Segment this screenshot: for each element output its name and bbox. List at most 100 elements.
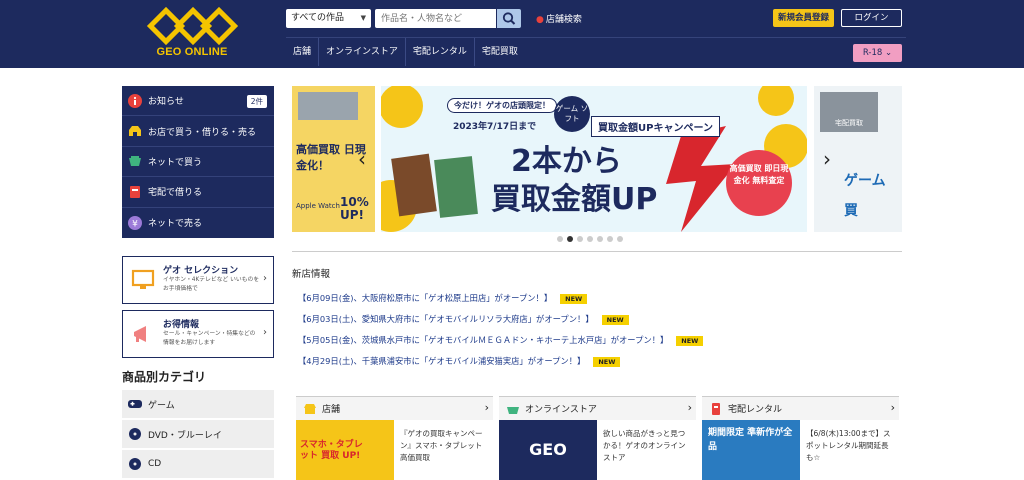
thumb-text: スマホ・タブレット 買取 UP! <box>300 440 363 461</box>
banner-right-text: ゲーム 買 <box>844 173 886 219</box>
monitor-icon <box>131 269 155 289</box>
sidebar-item-buy-online[interactable]: ネットで買う <box>122 147 274 178</box>
news-item[interactable]: 【5月05日(金)、茨城県水戸市に「ゲオモバイルＭＥＧＡドン・キホーテ上水戸店」… <box>298 334 704 346</box>
notification-count-badge: 2件 <box>246 95 267 108</box>
card-thumbnail[interactable]: スマホ・タブレット 買取 UP! <box>296 420 394 480</box>
promo-title: お得情報 <box>163 320 200 330</box>
chevron-right-icon: › <box>263 273 267 284</box>
card-thumbnail[interactable]: GEO <box>499 420 597 480</box>
search-icon <box>502 12 516 25</box>
location-pin-icon: ● <box>536 15 544 25</box>
banner-slide-active[interactable]: 今だけ！ゲオの店頭限定！ 2023年7/17日まで ゲーム ソフト 買取金額UP… <box>381 86 807 232</box>
section-divider <box>292 251 902 252</box>
category-item-game[interactable]: ゲーム <box>122 390 274 418</box>
right-label: 宅配買取 <box>820 92 878 132</box>
carousel-prev-button[interactable]: ‹ <box>352 146 372 172</box>
new-badge: NEW <box>676 335 704 346</box>
card-header[interactable]: 宅配レンタル › <box>702 396 899 420</box>
card-online-store[interactable]: オンラインストア › GEO 欲しい商品がきっと見つかる！ゲオのオンラインストア <box>499 396 696 480</box>
news-text: 【6月03日(土)、愛知県大府市に「ゲオモバイルリソラ大府店」がオープン！】 <box>298 314 594 324</box>
game-soft-badge: ゲーム ソフト <box>554 96 590 132</box>
chevron-right-icon: › <box>484 401 489 414</box>
carousel-dot-active[interactable] <box>567 236 573 242</box>
card-stores[interactable]: 店舗 › スマホ・タブレット 買取 UP! 『ゲオの買取キャンペーン』スマホ・タ… <box>296 396 493 480</box>
deals-info-promo[interactable]: お得情報 セール・キャンペーン・特集などの 情報をお届けします › <box>122 310 274 358</box>
card-title: 宅配レンタル <box>728 405 783 415</box>
card-header[interactable]: オンラインストア › <box>499 396 696 420</box>
news-heading: 新店情報 <box>292 269 331 280</box>
sidebar-item-label: ネットで買う <box>148 157 203 168</box>
banner-campaign: 買取金額UPキャンペーン <box>591 116 720 137</box>
info-icon <box>128 93 142 108</box>
sidebar-item-label: 宅配で借りる <box>148 188 203 199</box>
banner-left-small: Apple Watch <box>296 202 340 210</box>
card-thumbnail[interactable]: 期間限定 準新作が全品 <box>702 420 800 480</box>
search-button[interactable] <box>497 9 521 28</box>
category-label: CD <box>148 459 162 469</box>
main-nav: 店舗 オンラインストア 宅配レンタル 宅配買取 <box>286 38 525 66</box>
promo-description: イヤホン・4Kテレビなど いいものをお手頃価格で <box>163 277 260 292</box>
sidebar-item-sell-online[interactable]: ¥ ネットで売る <box>122 208 274 238</box>
banner-tag: 今だけ！ゲオの店頭限定！ <box>447 98 557 113</box>
disc-icon <box>129 428 141 440</box>
banner-main-line2: 買取金額UP <box>491 182 658 217</box>
carousel-dot[interactable] <box>607 236 613 242</box>
nav-online-store[interactable]: オンラインストア <box>319 38 406 66</box>
carousel-dot[interactable] <box>617 236 623 242</box>
carousel-dot[interactable] <box>577 236 583 242</box>
sidebar-item-label: ネットで売る <box>148 219 203 230</box>
promo-title: ゲオ セレクション <box>163 266 239 276</box>
new-badge: NEW <box>593 356 621 367</box>
carousel-dot[interactable] <box>597 236 603 242</box>
news-item[interactable]: 【4月29日(土)、千葉県浦安市に「ゲオモバイル浦安猫実店」がオープン！】 NEW <box>298 355 621 367</box>
logo-text: GEO ONLINE <box>156 46 228 58</box>
r18-label: R-18 <box>862 48 883 58</box>
category-item-dvd[interactable]: DVD・ブルーレイ <box>122 420 274 448</box>
banner-carousel: 高価買取 日現金化！ Apple Watch 10% UP! 今だけ！ゲオの店頭… <box>292 86 902 232</box>
banner-date: 2023年7/17日まで <box>453 122 537 132</box>
cart-icon <box>129 156 141 167</box>
category-heading: 商品別カテゴリ <box>122 370 207 384</box>
card-header[interactable]: 店舗 › <box>296 396 493 420</box>
chevron-right-icon: › <box>687 401 692 414</box>
card-text: 欲しい商品がきっと見つかる！ゲオのオンラインストア <box>597 420 696 480</box>
sidebar-item-news[interactable]: お知らせ 2件 <box>122 86 274 117</box>
search-input[interactable] <box>375 9 496 28</box>
store-search-link[interactable]: ● 店舗検索 <box>536 12 582 25</box>
nav-delivery-buyback[interactable]: 宅配買取 <box>475 38 525 66</box>
banner-stamp: 高価買取 即日現金化 無料査定 <box>726 150 792 216</box>
delivery-icon <box>130 185 140 198</box>
chevron-right-icon: › <box>263 327 267 338</box>
nav-stores[interactable]: 店舗 <box>286 38 320 66</box>
carousel-dot[interactable] <box>557 236 563 242</box>
category-select-value: すべての作品 <box>291 13 345 23</box>
sidebar-item-shop[interactable]: お店で買う・借りる・売る <box>122 116 274 147</box>
carousel-dot[interactable] <box>587 236 593 242</box>
carousel-next-button[interactable]: › <box>817 146 837 172</box>
geo-logo-small <box>298 92 358 120</box>
geo-logo[interactable]: GEO ONLINE <box>146 6 239 62</box>
login-button[interactable]: ログイン <box>841 9 902 27</box>
megaphone-icon <box>134 326 146 342</box>
r18-button[interactable]: R-18 ⌄ <box>853 44 902 62</box>
category-item-cd[interactable]: CD <box>122 450 274 478</box>
promo-description: セール・キャンペーン・特集などの 情報をお届けします <box>163 331 256 346</box>
nav-delivery-rental[interactable]: 宅配レンタル <box>406 38 475 66</box>
news-item[interactable]: 【6月03日(土)、愛知県大府市に「ゲオモバイルリソラ大府店」がオープン！】 NE… <box>298 313 629 325</box>
card-delivery-rental[interactable]: 宅配レンタル › 期間限定 準新作が全品 【6/8(木)13:00まで】スポット… <box>702 396 899 480</box>
store-search-label: 店舗検索 <box>545 15 582 25</box>
banner-left-pct: 10% UP! <box>340 195 369 222</box>
news-text: 【6月09日(金)、大阪府松原市に「ゲオ松原上田店」がオープン！】 <box>298 293 553 303</box>
new-badge: NEW <box>601 314 629 325</box>
news-item[interactable]: 【6月09日(金)、大阪府松原市に「ゲオ松原上田店」がオープン！】 NEW <box>298 292 588 304</box>
new-badge: NEW <box>560 293 588 304</box>
sidebar-item-rental-delivery[interactable]: 宅配で借りる <box>122 177 274 208</box>
register-button[interactable]: 新規会員登録 <box>773 9 834 27</box>
geo-selection-promo[interactable]: ゲオ セレクション イヤホン・4Kテレビなど いいものをお手頃価格で › <box>122 256 274 304</box>
news-text: 【5月05日(金)、茨城県水戸市に「ゲオモバイルＭＥＧＡドン・キホーテ上水戸店」… <box>298 335 669 345</box>
svg-text:¥: ¥ <box>132 219 138 229</box>
site-header: GEO ONLINE すべての作品 ▼ ●店舗検索 新規会員登録 ログイン 店舗… <box>0 0 1024 68</box>
sell-icon: ¥ <box>128 215 142 230</box>
card-text: 【6/8(木)13:00まで】スポットレンタル期間延長も☆ <box>800 420 899 480</box>
category-select[interactable]: すべての作品 ▼ <box>286 9 371 28</box>
